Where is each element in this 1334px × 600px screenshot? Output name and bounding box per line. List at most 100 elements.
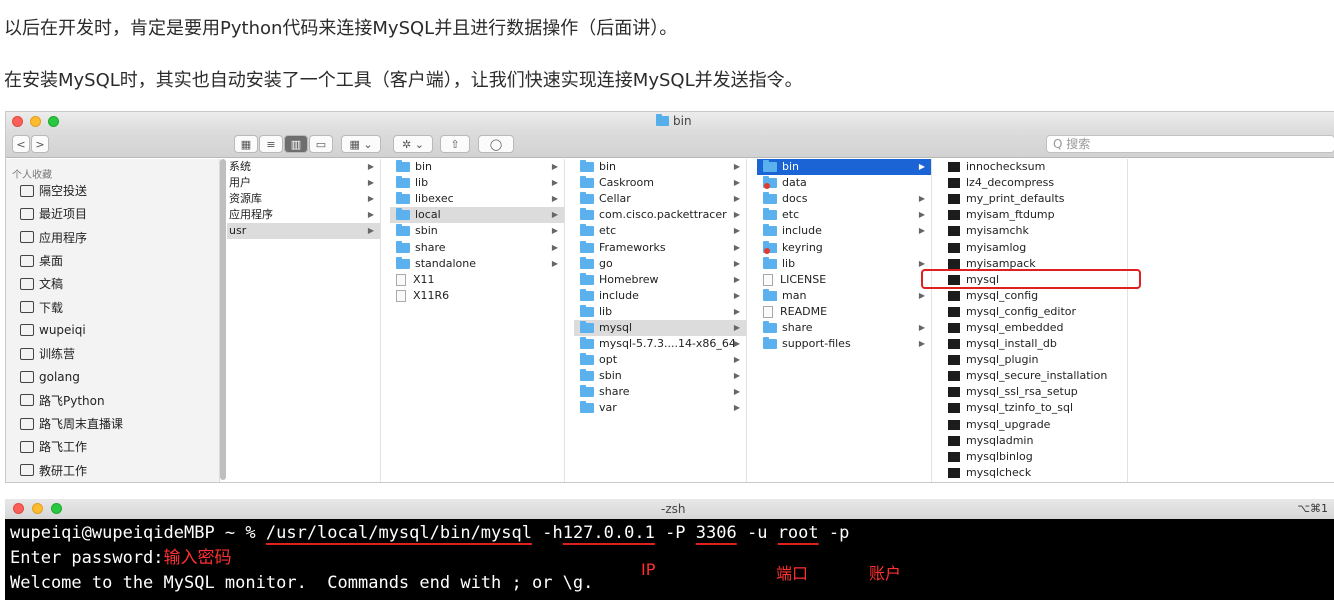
- list-item[interactable]: lib ▶: [574, 304, 746, 320]
- list-item[interactable]: share ▶: [757, 320, 931, 336]
- action-menu-button[interactable]: ✲ ⌄: [393, 135, 433, 153]
- list-item[interactable]: mysql ▶: [574, 319, 746, 337]
- list-item[interactable]: data: [757, 175, 931, 191]
- list-item[interactable]: Cellar ▶: [574, 191, 746, 207]
- list-item[interactable]: mysql-5.7.3....14-x86_64 ▶: [574, 336, 746, 352]
- list-item[interactable]: X11R6: [390, 288, 564, 304]
- list-item[interactable]: bin ▶: [757, 159, 931, 176]
- list-item[interactable]: opt ▶: [574, 352, 746, 368]
- list-item[interactable]: share ▶: [390, 239, 564, 255]
- list-item[interactable]: sbin ▶: [390, 223, 564, 239]
- list-item[interactable]: 用户 ▶: [227, 175, 380, 191]
- list-item[interactable]: Frameworks ▶: [574, 239, 746, 255]
- list-item[interactable]: bin ▶: [574, 159, 746, 175]
- list-item[interactable]: local ▶: [390, 207, 564, 224]
- sidebar-item[interactable]: 教研工作: [6, 459, 219, 482]
- terminal-zoom-button[interactable]: [51, 503, 62, 514]
- sidebar-item[interactable]: 训练营: [6, 342, 219, 365]
- folder-icon: [20, 464, 34, 477]
- view-list-button[interactable]: ≡: [259, 135, 283, 153]
- terminal-output[interactable]: wupeiqi@wupeiqideMBP ~ % /usr/local/mysq…: [10, 521, 1334, 596]
- view-gallery-button[interactable]: ▭: [309, 135, 333, 153]
- terminal-close-button[interactable]: [13, 503, 24, 514]
- list-item[interactable]: Caskroom ▶: [574, 175, 746, 191]
- list-item[interactable]: innochecksum: [942, 159, 1127, 175]
- sidebar-item[interactable]: 路飞工作: [6, 435, 219, 458]
- list-item[interactable]: include ▶: [757, 223, 931, 239]
- list-item[interactable]: var ▶: [574, 400, 746, 416]
- sidebar-item[interactable]: 最近项目: [6, 202, 219, 225]
- terminal-minimize-button[interactable]: [32, 503, 43, 514]
- sidebar-item[interactable]: 隔空投送: [6, 179, 219, 202]
- alias-icon: [396, 289, 406, 302]
- list-item[interactable]: mysql_embedded: [942, 320, 1127, 336]
- list-item[interactable]: myisamlog: [942, 239, 1127, 255]
- list-item[interactable]: 系统 ▶: [227, 159, 380, 175]
- port-flag: -P: [654, 523, 696, 543]
- list-item[interactable]: lib ▶: [757, 256, 931, 272]
- list-item[interactable]: standalone ▶: [390, 256, 564, 272]
- list-item[interactable]: Homebrew ▶: [574, 272, 746, 288]
- view-icons-button[interactable]: ▦: [234, 135, 258, 153]
- list-item[interactable]: docs ▶: [757, 191, 931, 207]
- sidebar-item[interactable]: wupeiqi: [6, 319, 219, 342]
- list-item[interactable]: 资源库 ▶: [227, 191, 380, 207]
- sidebar-item[interactable]: 桌面: [6, 249, 219, 272]
- close-button[interactable]: [12, 116, 23, 127]
- list-item[interactable]: bin ▶: [390, 159, 564, 175]
- list-item[interactable]: include ▶: [574, 288, 746, 304]
- list-item[interactable]: etc ▶: [574, 223, 746, 239]
- list-item[interactable]: 应用程序 ▶: [227, 207, 380, 223]
- list-item[interactable]: etc ▶: [757, 207, 931, 223]
- password-annotation: 输入密码: [163, 548, 232, 568]
- sidebar-item[interactable]: golang: [6, 365, 219, 388]
- chevron-right-icon: ▶: [367, 162, 374, 172]
- list-item[interactable]: mysql_config: [942, 288, 1127, 304]
- zoom-button[interactable]: [48, 116, 59, 127]
- list-item[interactable]: keyring: [757, 239, 931, 255]
- list-item[interactable]: mysqlbinlog: [942, 449, 1127, 465]
- view-columns-button[interactable]: ▥: [284, 135, 308, 153]
- list-item[interactable]: usr ▶: [227, 223, 380, 240]
- share-button[interactable]: ⇧: [440, 135, 470, 153]
- chevron-right-icon: ▶: [733, 306, 740, 316]
- minimize-button[interactable]: [30, 116, 41, 127]
- list-item[interactable]: mysql_plugin: [942, 352, 1127, 368]
- list-item[interactable]: mysql_install_db: [942, 336, 1127, 352]
- list-item[interactable]: X11: [390, 272, 564, 288]
- list-item[interactable]: myisamchk: [942, 223, 1127, 239]
- back-button[interactable]: <: [12, 135, 30, 153]
- list-item[interactable]: mysqlcheck: [942, 465, 1127, 481]
- list-item[interactable]: mysql_config_editor: [942, 304, 1127, 320]
- forward-button[interactable]: >: [31, 135, 49, 153]
- list-item[interactable]: mysql_secure_installation: [942, 368, 1127, 384]
- item-label: docs: [782, 192, 808, 206]
- terminal-shortcut: ⌥⌘1: [1297, 502, 1328, 515]
- list-item[interactable]: libexec ▶: [390, 191, 564, 207]
- sidebar-item[interactable]: 路飞Python: [6, 389, 219, 412]
- sidebar-item[interactable]: 下载: [6, 295, 219, 318]
- list-item[interactable]: share ▶: [574, 384, 746, 400]
- list-item[interactable]: support-files ▶: [757, 336, 931, 352]
- list-item[interactable]: com.cisco.packettracer ▶: [574, 207, 746, 223]
- list-item[interactable]: mysql_upgrade: [942, 417, 1127, 433]
- group-menu-button[interactable]: ▦ ⌄: [341, 135, 381, 153]
- list-item[interactable]: mysqladmin: [942, 433, 1127, 449]
- sidebar-item[interactable]: 应用程序: [6, 226, 219, 249]
- list-item[interactable]: lz4_decompress: [942, 175, 1127, 191]
- list-item[interactable]: sbin ▶: [574, 368, 746, 384]
- list-item[interactable]: mysql_tzinfo_to_sql: [942, 400, 1127, 416]
- list-item[interactable]: README: [757, 304, 931, 320]
- sidebar-item[interactable]: 文稿: [6, 272, 219, 295]
- list-item[interactable]: man ▶: [757, 288, 931, 304]
- list-item[interactable]: LICENSE: [757, 272, 931, 288]
- search-input[interactable]: Q 搜索: [1046, 135, 1334, 153]
- tag-button[interactable]: ◯: [478, 135, 514, 153]
- sidebar-item[interactable]: 路飞周末直播课: [6, 412, 219, 435]
- list-item[interactable]: mysql_ssl_rsa_setup: [942, 384, 1127, 400]
- list-item[interactable]: myisam_ftdump: [942, 207, 1127, 223]
- list-item[interactable]: go ▶: [574, 256, 746, 272]
- list-item[interactable]: my_print_defaults: [942, 191, 1127, 207]
- sidebar-scrollbar[interactable]: [220, 159, 226, 480]
- list-item[interactable]: lib ▶: [390, 175, 564, 191]
